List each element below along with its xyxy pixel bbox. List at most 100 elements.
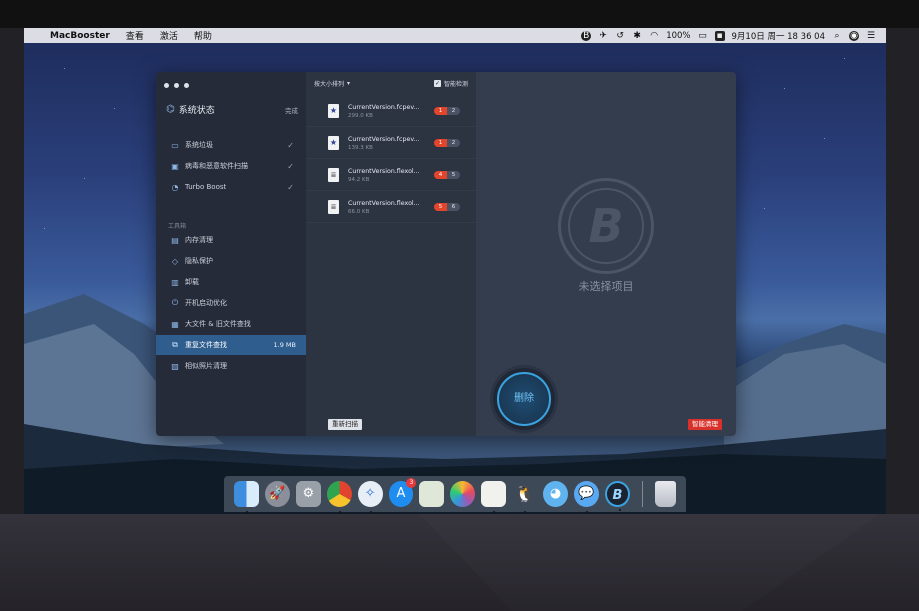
launchpad-icon[interactable]: 🚀 xyxy=(264,481,290,507)
delete-label: 删除 xyxy=(497,372,551,426)
no-selection-label: 未选择项目 xyxy=(578,280,634,293)
star xyxy=(114,108,115,109)
app-store-icon[interactable]: A3 xyxy=(388,478,417,507)
maps-icon[interactable] xyxy=(419,481,445,507)
sidebar-item-system-junk[interactable]: ▭ 系统垃圾 ✓ xyxy=(156,135,306,155)
star xyxy=(844,58,845,59)
notification-center-icon[interactable]: ☰ xyxy=(866,31,876,41)
battery-icon[interactable]: ▭ xyxy=(698,31,708,41)
chrome-icon[interactable] xyxy=(326,481,352,513)
running-indicator xyxy=(338,511,341,513)
airplane-icon[interactable]: ✈ xyxy=(598,31,608,41)
file-size: 139.3 KB xyxy=(348,144,373,151)
system-preferences-icon[interactable]: ⚙ xyxy=(295,481,321,507)
macbooster-dock-icon[interactable]: B xyxy=(604,481,630,511)
sidebar-item-label: 内存清理 xyxy=(185,236,213,244)
zoom-window-button[interactable] xyxy=(184,83,189,88)
sidebar-item-label: Turbo Boost xyxy=(185,183,227,191)
delete-button[interactable]: 删除 xyxy=(493,368,555,430)
menu-help[interactable]: 帮助 xyxy=(186,29,220,42)
badge-total-count: 2 xyxy=(447,107,460,115)
sidebar-item-startup[interactable]: ⏻ 开机启动优化 xyxy=(156,293,306,313)
file-name: CurrentVersion.fcpev... xyxy=(348,135,420,143)
clock[interactable]: 9月10日 周一 18 36 04 xyxy=(732,30,825,42)
menu-view[interactable]: 查看 xyxy=(118,29,152,42)
file-list-pane: 按大小排列 ▾ ✓ 智能检测 ★ CurrentVersion.fcpev...… xyxy=(306,72,476,436)
file-row[interactable]: ★ CurrentVersion.fcpev... 299.0 KB 1 2 xyxy=(306,96,476,127)
tools-section-label: 工具箱 xyxy=(168,223,187,230)
check-icon: ✓ xyxy=(287,140,294,150)
sidebar-item-large-files[interactable]: ▦ 大文件 & 旧文件查找 xyxy=(156,314,306,334)
shield-monitor-icon: ▣ xyxy=(171,161,179,171)
sidebar-item-uninstall[interactable]: ▥ 卸载 xyxy=(156,272,306,292)
star xyxy=(764,208,765,209)
file-size: 66.0 KB xyxy=(348,208,370,215)
spotlight-search-icon[interactable]: ⌕ xyxy=(832,31,842,41)
finder-icon[interactable] xyxy=(234,481,259,513)
sidebar-item-duplicate-finder[interactable]: ⧉ 重复文件查找 1.9 MB xyxy=(156,335,306,355)
done-label: 完成 xyxy=(285,106,298,115)
file-name: CurrentVersion.flexol... xyxy=(348,167,420,175)
messages-icon[interactable]: 💬 xyxy=(573,481,599,513)
trash-dock-icon[interactable] xyxy=(654,481,676,507)
smart-detect-toggle[interactable]: ✓ 智能检测 xyxy=(433,79,468,88)
badge-selected-count: 5 xyxy=(434,203,447,211)
safari-icon[interactable]: ✧ xyxy=(357,481,383,513)
sidebar-item-virus-scan[interactable]: ▣ 病毒和恶意软件扫描 ✓ xyxy=(156,156,306,176)
file-row[interactable]: ≣ CurrentVersion.flexol... 66.0 KB 5 6 xyxy=(306,192,476,223)
running-indicator xyxy=(369,511,372,513)
desktop-screen: MacBooster 查看 激活 帮助 B ✈ ↺ ✱ ◠ 100% ▭ ▪ 9… xyxy=(24,28,886,514)
sidebar-item-label: 重复文件查找 xyxy=(185,341,227,349)
close-window-button[interactable] xyxy=(164,83,169,88)
smart-detect-checkbox[interactable]: ✓ xyxy=(433,79,441,87)
star xyxy=(44,228,45,229)
menu-activate[interactable]: 激活 xyxy=(152,29,186,42)
sidebar-item-privacy[interactable]: ◇ 隐私保护 xyxy=(156,251,306,271)
sort-label: 按大小排列 xyxy=(314,80,345,88)
sidebar-item-memory-clean[interactable]: ▤ 内存清理 xyxy=(156,230,306,250)
badge-total-count: 2 xyxy=(447,139,460,147)
file-row[interactable]: ★ CurrentVersion.fcpev... 139.3 KB 1 2 xyxy=(306,128,476,159)
logo-letter: B xyxy=(568,188,644,264)
minimize-window-button[interactable] xyxy=(174,83,179,88)
monitor-icon: ▭ xyxy=(171,140,179,150)
duplicate-badge: 5 6 xyxy=(434,203,460,211)
sidebar-item-similar-photos[interactable]: ▨ 相似照片清理 xyxy=(156,356,306,376)
star xyxy=(84,178,85,179)
star xyxy=(784,88,785,89)
bluetooth-icon[interactable]: ✱ xyxy=(632,31,642,41)
user-icon[interactable]: ▪ xyxy=(714,30,725,41)
smart-clean-button[interactable]: 智能清理 xyxy=(688,419,722,430)
running-indicator xyxy=(585,511,588,513)
sort-dropdown[interactable]: 按大小排列 ▾ xyxy=(314,79,350,88)
wifi-icon[interactable]: ◠ xyxy=(649,31,659,41)
qq-icon[interactable]: 🐧 xyxy=(512,481,537,513)
fcp-file-icon: ★ xyxy=(328,104,339,118)
time-machine-icon[interactable]: ↺ xyxy=(615,31,625,41)
siri-icon[interactable]: ◉ xyxy=(849,30,859,41)
duplicate-badge: 4 5 xyxy=(434,171,460,179)
menu-app-name[interactable]: MacBooster xyxy=(46,31,118,41)
trash-icon: ▥ xyxy=(171,277,179,287)
chevron-down-icon: ▾ xyxy=(347,79,351,87)
file-name: CurrentVersion.fcpev... xyxy=(348,103,420,111)
sidebar-item-label: 相似照片清理 xyxy=(185,362,227,370)
badge-selected-count: 1 xyxy=(434,139,447,147)
macbooster-status-icon[interactable]: B xyxy=(581,30,592,41)
check-icon: ✓ xyxy=(287,161,294,171)
file-row[interactable]: ≣ CurrentVersion.flexol... 94.2 KB 4 5 xyxy=(306,160,476,191)
file-meta: CurrentVersion.fcpev... 299.0 KB xyxy=(348,104,426,119)
notes-icon[interactable] xyxy=(481,481,507,513)
photos-icon[interactable] xyxy=(450,481,476,507)
duplicate-icon: ⧉ xyxy=(172,340,178,349)
duplicate-badge: 1 2 xyxy=(434,139,460,147)
badge-total-count: 5 xyxy=(447,171,460,179)
sidebar-item-turbo-boost[interactable]: ◔ Turbo Boost ✓ xyxy=(156,177,306,197)
base-shadow xyxy=(420,514,880,611)
battery-percent[interactable]: 100% xyxy=(666,31,690,41)
file-meta: CurrentVersion.flexol... 66.0 KB xyxy=(348,200,426,215)
rescan-button[interactable]: 重新扫描 xyxy=(328,419,362,430)
badge-total-count: 6 xyxy=(447,203,460,211)
system-status-icon: ⌬ xyxy=(166,104,175,115)
chat-bubble-icon[interactable]: ◕ xyxy=(543,481,568,507)
